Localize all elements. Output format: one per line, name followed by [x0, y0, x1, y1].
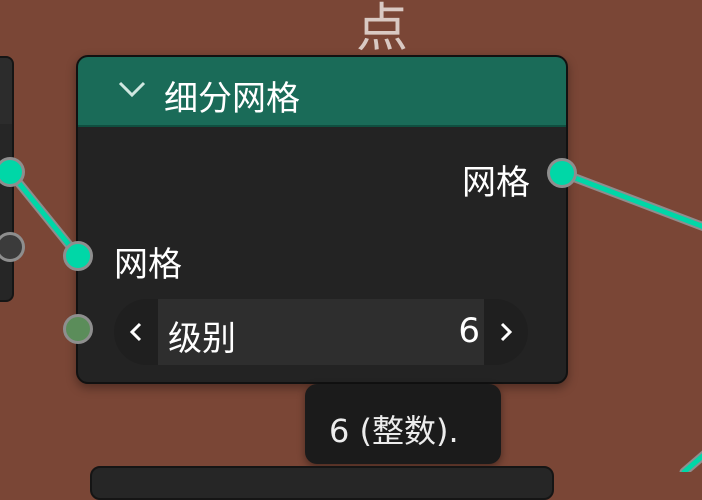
node-title: 细分网格	[164, 79, 300, 119]
node-header[interactable]: 细分网格	[78, 57, 566, 127]
bottom-node[interactable]	[90, 466, 554, 500]
output-socket-label: 网格	[462, 163, 530, 203]
input-socket-label: 网格	[114, 245, 182, 285]
mesh-input-socket[interactable]	[63, 241, 93, 271]
tooltip-text: 6 (整数).	[329, 412, 459, 450]
chevron-down-icon[interactable]	[116, 77, 148, 101]
chevron-left-icon[interactable]	[126, 316, 146, 348]
level-field-value[interactable]: 6	[458, 311, 480, 351]
level-input-socket[interactable]	[63, 314, 93, 344]
level-field-body[interactable]: 级别 6	[158, 299, 484, 365]
tooltip: 6 (整数).	[305, 384, 501, 464]
level-field-label: 级别	[168, 319, 236, 359]
subdivide-mesh-node[interactable]: 细分网格 网格 网格 级别 6	[76, 55, 568, 384]
chevron-right-icon[interactable]	[496, 316, 516, 348]
level-field[interactable]: 级别 6	[114, 299, 528, 365]
mesh-output-socket[interactable]	[547, 158, 577, 188]
